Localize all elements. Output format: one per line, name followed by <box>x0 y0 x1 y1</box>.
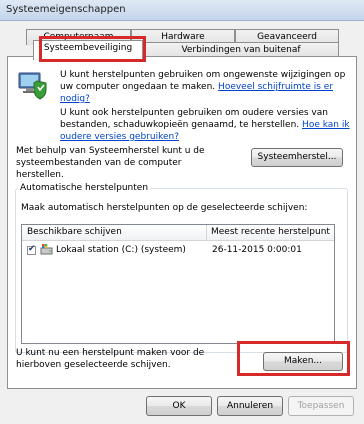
drives-list-header: Beschikbare schijven Meest recente herst… <box>22 225 334 241</box>
cancel-button[interactable]: Annuleren <box>217 396 283 416</box>
column-header-drives[interactable]: Beschikbare schijven <box>27 227 122 237</box>
tab-label: Verbindingen van buitenaf <box>181 45 301 55</box>
computer-shield-icon <box>18 70 48 100</box>
system-protection-panel: U kunt herstelpunten gebruiken om ongewe… <box>7 56 357 389</box>
system-restore-button[interactable]: Systeemherstel... <box>251 148 343 167</box>
old-versions-text: U kunt ook herstelpunten gebruiken om ou… <box>60 108 328 130</box>
create-restore-point-text: U kunt nu een herstelpunt maken voor de … <box>16 348 205 370</box>
tab-systeembeveiliging[interactable]: Systeembeveiliging <box>33 40 143 60</box>
table-row[interactable]: ✔ Lokaal station (C:) (systeem) 26-11-20… <box>22 242 334 258</box>
apply-button[interactable]: Toepassen <box>288 396 354 416</box>
drive-icon <box>40 243 53 259</box>
create-restore-point-button[interactable]: Maken... <box>263 352 343 371</box>
tab-label: Hardware <box>161 32 205 42</box>
drive-checkbox[interactable]: ✔ <box>27 244 36 255</box>
column-separator <box>206 225 207 241</box>
tab-verbindingen-van-buitenaf[interactable]: Verbindingen van buitenaf <box>143 42 339 57</box>
drive-restore-date: 26-11-2015 0:00:01 <box>212 245 302 255</box>
system-restore-text: Met behulp van Systeemherstel kunt u de … <box>16 146 205 180</box>
old-versions-text-block: U kunt ook herstelpunten gebruiken om ou… <box>60 107 350 143</box>
auto-restore-description: Maak automatisch herstelpunten op de ges… <box>21 203 308 213</box>
intro-text-block: U kunt herstelpunten gebruiken om ongewe… <box>60 69 350 105</box>
auto-restore-legend: Automatische herstelpunten <box>18 182 151 194</box>
tab-label: Systeembeveiliging <box>43 43 133 53</box>
tab-label: Geavanceerd <box>257 32 317 42</box>
old-versions-link-part2[interactable]: oudere versies gebruiken? <box>60 132 179 142</box>
window-title: Systeemeigenschappen <box>6 4 126 15</box>
column-header-latest-restore-point[interactable]: Meest recente herstelpunt <box>211 227 330 237</box>
drive-name: Lokaal station (C:) (systeem) <box>56 245 186 255</box>
title-bar: Systeemeigenschappen <box>0 0 364 21</box>
old-versions-link-part1[interactable]: Hoe kan ik <box>302 120 350 130</box>
checkmark-icon: ✔ <box>28 244 36 254</box>
ok-button[interactable]: OK <box>146 396 212 416</box>
drives-list[interactable]: Beschikbare schijven Meest recente herst… <box>21 224 335 344</box>
